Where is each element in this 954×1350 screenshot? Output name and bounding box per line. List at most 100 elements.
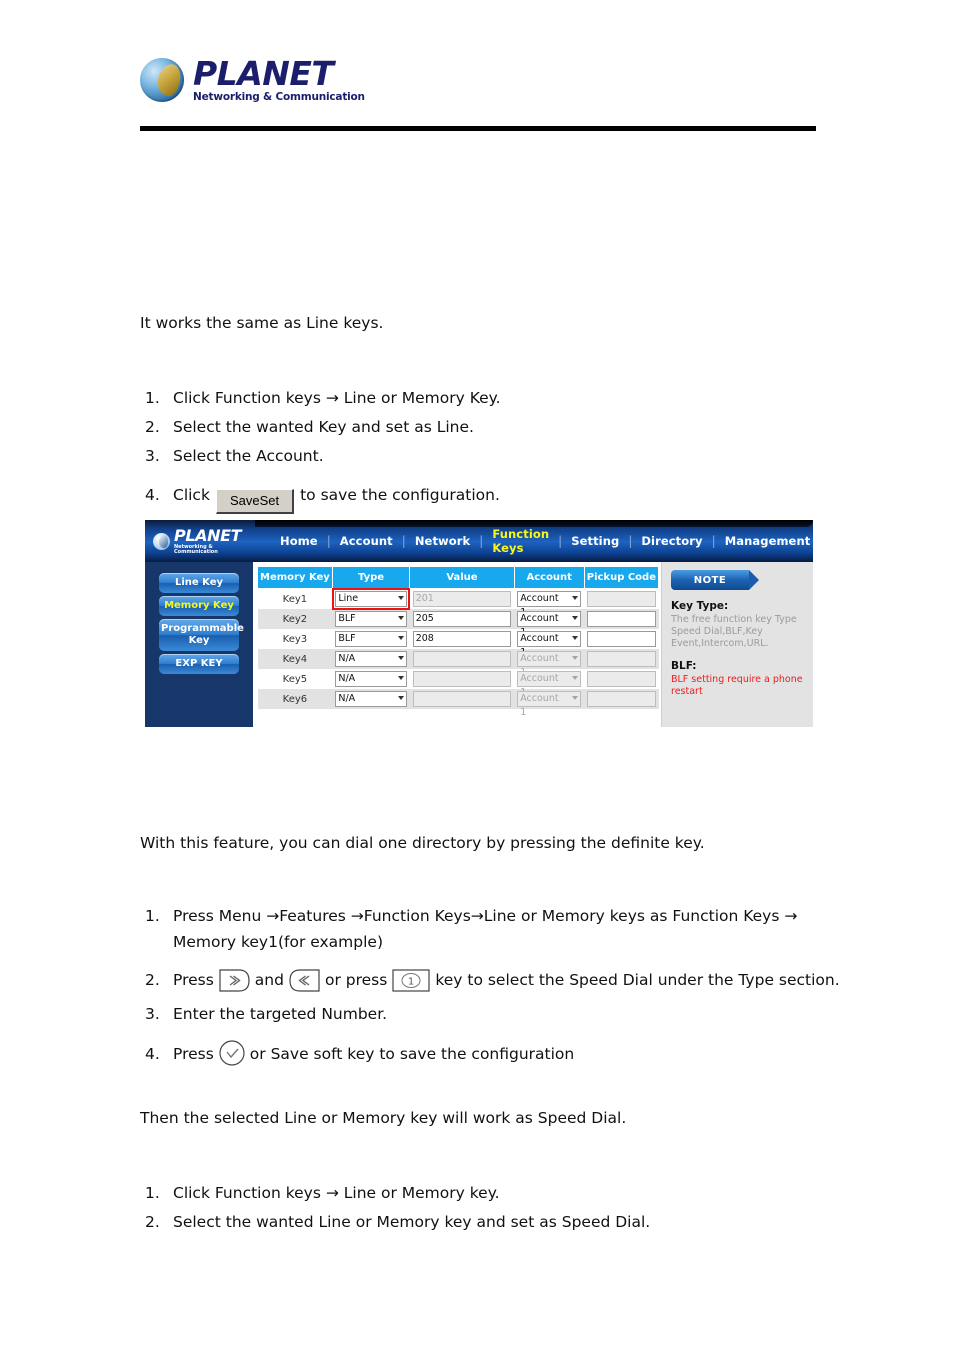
list-item: 3. Select the Account. — [140, 443, 816, 469]
saveset-button[interactable]: SaveSet — [215, 489, 295, 514]
list-number: 3. — [145, 447, 160, 465]
webui-logo: PLANET Networking & Communication — [145, 520, 257, 562]
table-row: Key5 N/A Account 1 — [258, 669, 659, 698]
note-badge: NOTE — [671, 570, 759, 590]
page-header: PLANET Networking & Communication — [140, 55, 816, 105]
type-select-key2[interactable]: BLF — [335, 611, 407, 627]
webui-logo-name: PLANET — [174, 525, 242, 545]
type-select-key6[interactable]: N/A — [335, 691, 407, 707]
type-select-key1[interactable]: Line — [335, 591, 407, 607]
list-text: Press Menu →Features →Function Keys→Line… — [173, 907, 798, 951]
pickup-input-key2[interactable] — [587, 611, 656, 627]
planet-logo: PLANET Networking & Communication — [140, 55, 816, 105]
list-number: 1. — [145, 907, 160, 925]
list-text: Select the Account. — [173, 447, 324, 465]
col-account: Account — [513, 566, 585, 589]
chevron-down-icon — [397, 656, 404, 660]
value-input-key1[interactable]: 201 — [412, 591, 512, 607]
nav-item-home[interactable]: Home — [271, 534, 327, 548]
list-item: 3. Enter the targeted Number. — [140, 1001, 840, 1027]
chevron-down-icon — [572, 636, 579, 640]
chevron-down-icon — [397, 596, 404, 600]
chevron-down-icon — [572, 616, 579, 620]
account-select-key4[interactable]: Account 1 — [517, 651, 582, 678]
pickup-input-key1[interactable] — [587, 591, 656, 607]
nav-item-function-keys[interactable]: Function Keys — [483, 527, 558, 555]
col-pickup-code: Pickup Code — [583, 566, 660, 589]
chevron-down-icon — [397, 636, 404, 640]
chevron-down-icon — [572, 676, 579, 680]
globe-logo-icon — [153, 532, 170, 550]
chevron-down-icon — [397, 676, 404, 680]
webui-menu: Home | Account | Network | Function Keys… — [271, 527, 813, 555]
value-input-key6[interactable] — [412, 691, 512, 707]
list-text: Select the wanted Line or Memory key and… — [173, 1213, 651, 1231]
nav-item-network[interactable]: Network — [406, 534, 479, 548]
note-panel: NOTE Key Type: The free function key Typ… — [661, 562, 813, 727]
col-memory-key: Memory Key — [257, 566, 333, 589]
type-select-key3[interactable]: BLF — [335, 631, 407, 647]
list-text-mid1: and — [254, 971, 284, 989]
speed-dial-web-steps-list: 1. Click Function keys → Line or Memory … — [140, 1180, 840, 1238]
table-row: Key2 BLF 205 Account 1 — [257, 609, 659, 638]
sidebar-item-line-key[interactable]: Line Key — [159, 573, 239, 593]
webui-body: Line Key Memory Key Programmable Key EXP… — [145, 562, 813, 727]
list-number: 4. — [145, 486, 160, 504]
account-select-key5[interactable]: Account 1 — [517, 671, 582, 698]
chevron-down-icon — [572, 656, 579, 660]
ok-check-key-icon — [218, 1039, 246, 1067]
line-key-intro: It works the same as Line keys. — [140, 314, 384, 332]
chevron-down-icon — [572, 696, 579, 700]
webui-main-panel: Memory Key Type Value Account Pickup Cod… — [253, 562, 661, 727]
chevron-down-icon — [572, 596, 579, 600]
account-select-key1[interactable]: Account 1 — [517, 591, 582, 618]
webui-logo-text: PLANET Networking & Communication — [174, 525, 257, 555]
sidebar-item-memory-key[interactable]: Memory Key — [159, 596, 239, 616]
account-select-key6[interactable]: Account 1 — [517, 691, 582, 718]
line-key-steps-list: 1. Click Function keys → Line or Memory … — [140, 385, 816, 517]
nav-item-management[interactable]: Management — [716, 534, 813, 548]
list-item: 2. Press and or press 1 key to select the Sp… — [140, 965, 840, 995]
globe-logo-icon — [140, 58, 184, 102]
list-item: 4. Press or Save soft key to save the con… — [140, 1039, 840, 1069]
list-number: 2. — [145, 1213, 160, 1231]
sidebar-item-exp-key[interactable]: EXP KEY — [159, 654, 239, 674]
list-text-post: to save the configuration. — [300, 486, 500, 504]
list-text-mid2: or press — [324, 971, 388, 989]
pickup-input-key3[interactable] — [587, 631, 656, 647]
nav-item-account[interactable]: Account — [331, 534, 402, 548]
list-text-pre: Press — [173, 971, 214, 989]
value-input-key3[interactable]: 208 — [412, 631, 512, 647]
type-select-key5[interactable]: N/A — [335, 671, 407, 687]
table-row: Key6 N/A Account 1 — [257, 689, 659, 718]
account-select-key3[interactable]: Account 1 — [517, 631, 582, 658]
logo-tagline: Networking & Communication — [193, 91, 365, 104]
nav-item-directory[interactable]: Directory — [632, 534, 711, 548]
chevron-down-icon — [397, 616, 404, 620]
logo-name: PLANET — [193, 54, 334, 94]
left-chevron-key-icon — [289, 969, 320, 992]
value-input-key2[interactable]: 205 — [412, 611, 512, 627]
list-item: 1. Click Function keys → Line or Memory … — [140, 385, 816, 411]
speed-dial-intro: With this feature, you can dial one dire… — [140, 834, 705, 852]
list-number: 4. — [145, 1045, 160, 1063]
row-key-label: Key2 — [257, 609, 333, 629]
pickup-input-key5[interactable] — [587, 671, 656, 687]
list-item: 2. Select the wanted Key and set as Line… — [140, 414, 816, 440]
value-input-key4[interactable] — [412, 651, 512, 667]
type-select-key4[interactable]: N/A — [335, 651, 407, 667]
speed-dial-closing: Then the selected Line or Memory key wil… — [140, 1109, 627, 1127]
table-row: Key1 Line 201 Account 1 — [258, 588, 659, 618]
list-item: 1. Press Menu →Features →Function Keys→L… — [140, 903, 840, 955]
sidebar-item-programmable-key[interactable]: Programmable Key — [159, 619, 244, 651]
pickup-input-key4[interactable] — [587, 651, 656, 667]
header-divider — [140, 126, 816, 131]
nav-item-setting[interactable]: Setting — [562, 534, 628, 548]
account-select-key2[interactable]: Account 1 — [517, 611, 582, 638]
value-input-key5[interactable] — [412, 671, 512, 687]
list-number: 1. — [145, 389, 160, 407]
pickup-input-key6[interactable] — [587, 691, 656, 707]
webui-logo-tagline: Networking & Communication — [174, 543, 218, 555]
chevron-down-icon — [397, 696, 404, 700]
col-value: Value — [409, 566, 515, 589]
